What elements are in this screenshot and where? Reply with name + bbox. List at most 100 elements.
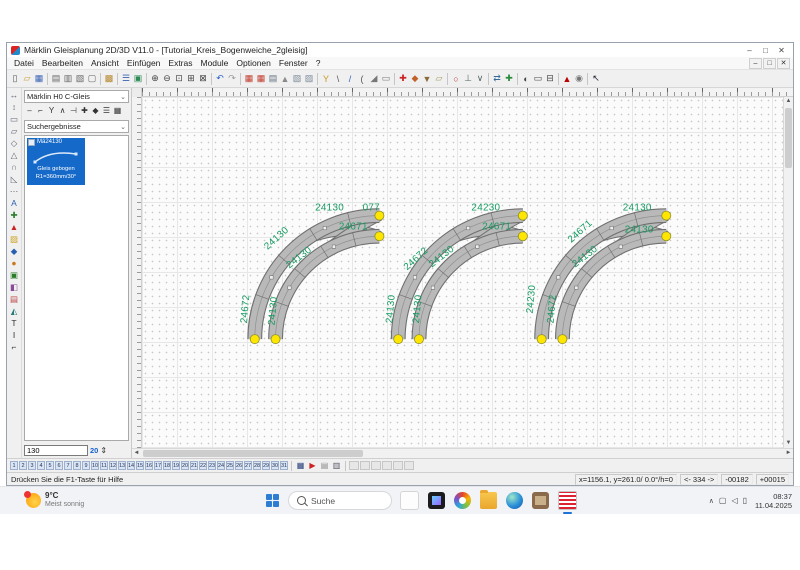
layer-button-27[interactable]: 27 <box>244 461 252 470</box>
toolbar-icon-23[interactable]: ▦ <box>243 72 255 86</box>
draw-tool-icon-10[interactable]: ✚ <box>8 210 21 221</box>
track-category-icon-3[interactable]: ∧ <box>58 105 67 116</box>
toolbar-icon-27[interactable]: ▧ <box>291 72 303 86</box>
track-category-icon-5[interactable]: ✚ <box>80 105 89 116</box>
menu-fenster[interactable]: Fenster <box>275 58 312 68</box>
layer-button-5[interactable]: 5 <box>46 461 54 470</box>
draw-tool-icon-6[interactable]: ∩ <box>8 162 21 173</box>
toolbar-icon-47[interactable]: ✚ <box>503 72 515 86</box>
toolbar-icon-32[interactable]: / <box>344 72 356 86</box>
scroll-right-icon[interactable]: ► <box>784 449 793 458</box>
toolbar-icon-49[interactable]: ◐ <box>520 72 532 86</box>
toolbar-icon-9[interactable]: ▩ <box>103 72 115 86</box>
taskbar-app-photos[interactable] <box>428 492 445 509</box>
layer-button-25[interactable]: 25 <box>226 461 234 470</box>
taskbar-app-edge[interactable] <box>506 492 523 509</box>
track-category-icon-1[interactable]: ⌐ <box>36 105 45 116</box>
mdi-restore-button[interactable]: □ <box>763 58 776 69</box>
track-endpoint[interactable] <box>662 232 671 241</box>
track-endpoint[interactable] <box>250 335 259 344</box>
draw-tool-icon-14[interactable]: ● <box>8 258 21 269</box>
toolbar-icon-11[interactable]: ☰ <box>120 72 132 86</box>
layer-button-22[interactable]: 22 <box>199 461 207 470</box>
battery-icon[interactable]: ▯ <box>743 496 747 505</box>
menu-datei[interactable]: Datei <box>10 58 38 68</box>
layer-button-28[interactable]: 28 <box>253 461 261 470</box>
track-group-1[interactable]: 242302467124672241302413024130 <box>384 203 527 344</box>
track-endpoint[interactable] <box>518 232 527 241</box>
network-icon[interactable]: ▢ <box>719 496 727 505</box>
menu-module[interactable]: Module <box>197 58 233 68</box>
track-endpoint[interactable] <box>558 335 567 344</box>
layerbar-icon-2[interactable]: ▤ <box>319 460 330 471</box>
mdi-minimize-button[interactable]: – <box>749 58 762 69</box>
layer-button-8[interactable]: 8 <box>73 461 81 470</box>
toolbar-icon-31[interactable]: \ <box>332 72 344 86</box>
taskbar-app-taskview[interactable] <box>400 491 419 510</box>
toolbar-icon-14[interactable]: ⊕ <box>149 72 161 86</box>
toolbar-icon-50[interactable]: ▭ <box>532 72 544 86</box>
taskbar-clock[interactable]: 08:37 11.04.2025 <box>755 492 792 510</box>
zoom-spinner-icon[interactable]: ⇕ <box>100 446 107 455</box>
track-plan-canvas[interactable]: 2413007724671241302413024672241302423024… <box>142 97 783 448</box>
menu-ansicht[interactable]: Ansicht <box>87 58 123 68</box>
toolbar-icon-35[interactable]: ▭ <box>380 72 392 86</box>
start-button[interactable] <box>266 494 280 508</box>
track-endpoint[interactable] <box>537 335 546 344</box>
track-category-icon-0[interactable]: – <box>25 105 34 116</box>
toolbar-icon-26[interactable]: ▲ <box>279 72 291 86</box>
toolbar-icon-18[interactable]: ⊠ <box>197 72 209 86</box>
layer-button-18[interactable]: 18 <box>163 461 171 470</box>
layer-button-9[interactable]: 9 <box>82 461 90 470</box>
scroll-down-icon[interactable]: ▼ <box>784 439 793 448</box>
scroll-left-icon[interactable]: ◄ <box>132 449 141 458</box>
draw-tool-icon-7[interactable]: ◺ <box>8 174 21 185</box>
track-endpoint[interactable] <box>394 335 403 344</box>
menu-optionen[interactable]: Optionen <box>232 58 275 68</box>
layerbar-icon-0[interactable]: ▦ <box>295 460 306 471</box>
draw-tool-icon-15[interactable]: ▣ <box>8 270 21 281</box>
draw-tool-icon-1[interactable]: ↕ <box>8 102 21 113</box>
layerbar-icon-3[interactable]: ▥ <box>331 460 342 471</box>
taskbar-search[interactable]: Suche <box>288 491 392 510</box>
menu-bearbeiten[interactable]: Bearbeiten <box>38 58 87 68</box>
toolbar-icon-12[interactable]: ▣ <box>132 72 144 86</box>
layer-button-26[interactable]: 26 <box>235 461 243 470</box>
toolbar-icon-53[interactable]: ▲ <box>561 72 573 86</box>
toolbar-icon-15[interactable]: ⊖ <box>161 72 173 86</box>
layer-button-24[interactable]: 24 <box>217 461 225 470</box>
draw-tool-icon-13[interactable]: ◆ <box>8 246 21 257</box>
draw-tool-icon-18[interactable]: ◭ <box>8 306 21 317</box>
taskbar-app-pinwheel[interactable] <box>454 492 471 509</box>
draw-tool-icon-11[interactable]: ▲ <box>8 222 21 233</box>
track-category-icon-8[interactable]: ▦ <box>113 105 122 116</box>
layer-button-21[interactable]: 21 <box>190 461 198 470</box>
minimize-button[interactable]: – <box>742 45 757 56</box>
layer-button-10[interactable]: 10 <box>91 461 99 470</box>
draw-tool-icon-19[interactable]: T <box>8 318 21 329</box>
taskbar-app-marklin-active[interactable] <box>558 491 577 510</box>
toolbar-icon-54[interactable]: ◉ <box>573 72 585 86</box>
track-group-0[interactable]: 241300772467124130241302467224130 <box>239 203 384 344</box>
toolbar-icon-24[interactable]: ▦ <box>255 72 267 86</box>
layer-button-29[interactable]: 29 <box>262 461 270 470</box>
layer-button-13[interactable]: 13 <box>118 461 126 470</box>
toolbar-icon-51[interactable]: ⊟ <box>544 72 556 86</box>
toolbar-icon-39[interactable]: ▼ <box>421 72 433 86</box>
layer-button-6[interactable]: 6 <box>55 461 63 470</box>
toolbar-icon-6[interactable]: ▧ <box>74 72 86 86</box>
tray-chevron-icon[interactable]: ∧ <box>709 497 714 505</box>
track-endpoint[interactable] <box>518 211 527 220</box>
draw-tool-icon-4[interactable]: ◇ <box>8 138 21 149</box>
draw-tool-icon-20[interactable]: I <box>8 330 21 341</box>
mdi-close-button[interactable]: ✕ <box>777 58 790 69</box>
track-endpoint[interactable] <box>271 335 280 344</box>
menu-?[interactable]: ? <box>312 58 325 68</box>
toolbar-icon-7[interactable]: ▢ <box>86 72 98 86</box>
track-category-icon-7[interactable]: ☰ <box>102 105 111 116</box>
toolbar-icon-43[interactable]: ⊥ <box>462 72 474 86</box>
toolbar-icon-37[interactable]: ✚ <box>397 72 409 86</box>
toolbar-icon-56[interactable]: ↖ <box>590 72 602 86</box>
maximize-button[interactable]: □ <box>758 45 773 56</box>
taskbar-app-app1[interactable] <box>532 492 549 509</box>
